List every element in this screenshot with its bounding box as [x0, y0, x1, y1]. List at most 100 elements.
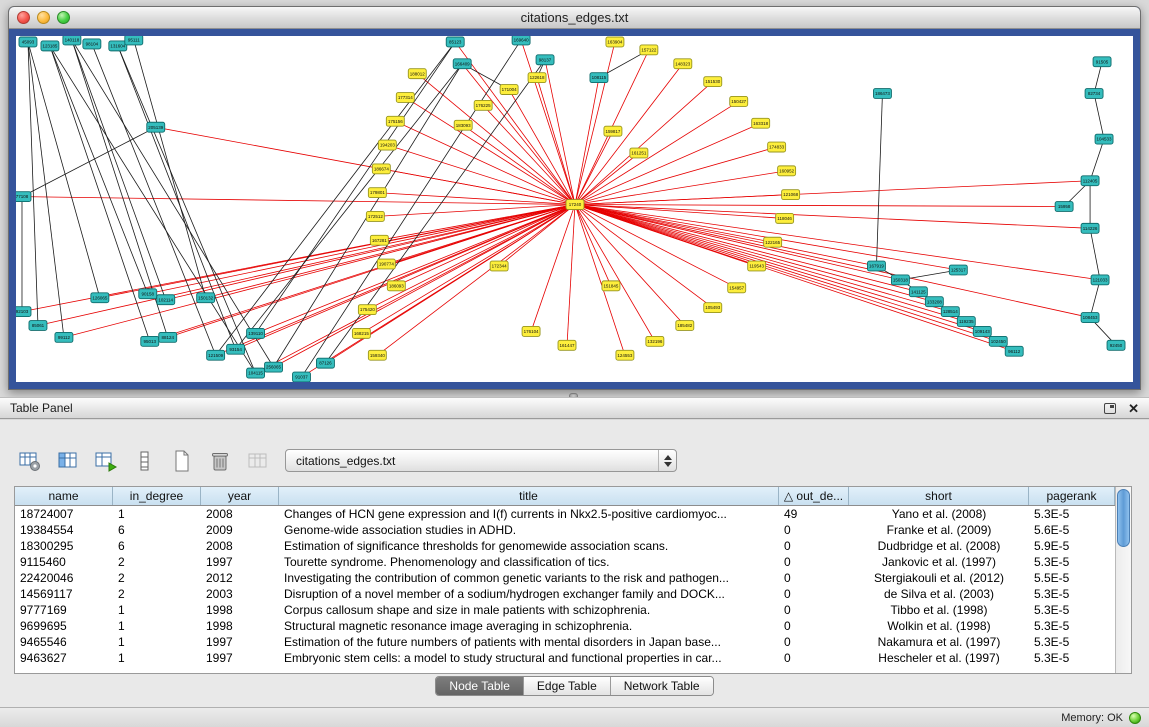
graph-node[interactable]: 108115	[590, 73, 608, 83]
graph-node[interactable]: 126065	[91, 293, 109, 303]
graph-node[interactable]: 109143	[973, 326, 991, 336]
table-row[interactable]: 911546021997Tourette syndrome. Phenomeno…	[15, 554, 1115, 570]
graph-node[interactable]: 96112	[1005, 346, 1023, 356]
column-header-title[interactable]: title	[279, 487, 779, 505]
table-selector-dropdown[interactable]: citations_edges.txt	[285, 449, 677, 472]
graph-node[interactable]: 183093	[454, 120, 472, 130]
delete-icon[interactable]	[206, 447, 234, 475]
graph-node[interactable]: 85061	[29, 321, 47, 331]
graph-node[interactable]: 108453	[1081, 313, 1099, 323]
tab-edge-table[interactable]: Edge Table	[524, 677, 611, 695]
graph-node[interactable]: 177314	[396, 93, 414, 103]
graph-node[interactable]: 105493	[704, 303, 722, 313]
table-row[interactable]: 946554611997Estimation of the future num…	[15, 634, 1115, 650]
graph-node[interactable]: 205139	[147, 122, 165, 132]
graph-node[interactable]: 118046	[776, 213, 794, 223]
graph-node[interactable]: 186674	[372, 164, 390, 174]
graph-node[interactable]: 139110	[247, 328, 265, 338]
graph-node[interactable]: 77108	[16, 192, 31, 202]
column-header-in_degree[interactable]: in_degree	[113, 487, 201, 505]
graph-node[interactable]: 92450	[1107, 340, 1125, 350]
graph-node[interactable]: 176225	[474, 100, 492, 110]
graph-node[interactable]: 122618	[528, 73, 546, 83]
column-header-name[interactable]: name	[15, 487, 113, 505]
table-row[interactable]: 1830029562008Estimation of significance …	[15, 538, 1115, 554]
column-header-out_de[interactable]: △ out_de...	[779, 487, 849, 505]
graph-node[interactable]: 102450	[989, 336, 1007, 346]
graph-node[interactable]: 92103	[16, 307, 31, 317]
graph-node[interactable]: 161251	[630, 148, 648, 158]
graph-node[interactable]: 95111	[125, 36, 143, 45]
graph-node[interactable]: 172512	[366, 211, 384, 221]
graph-node[interactable]: 186473	[873, 89, 891, 99]
graph-node[interactable]: 166409	[453, 59, 471, 69]
graph-node[interactable]: 140118	[63, 36, 81, 45]
graph-node[interactable]: 256065	[265, 362, 283, 372]
graph-node[interactable]: 93154	[227, 344, 245, 354]
window-titlebar[interactable]: citations_edges.txt	[9, 7, 1140, 29]
tab-node-table[interactable]: Node Table	[436, 677, 524, 695]
vertical-scrollbar-thumb[interactable]	[1117, 489, 1130, 547]
graph-node[interactable]: 186093	[387, 281, 405, 291]
table-row[interactable]: 946362711997Embryonic stem cells: a mode…	[15, 650, 1115, 666]
graph-node[interactable]: 175156	[386, 116, 404, 126]
graph-node[interactable]: 95013	[141, 336, 159, 346]
graph-node[interactable]: 119543	[748, 261, 766, 271]
create-column-icon[interactable]	[92, 447, 120, 475]
graph-node[interactable]: 175420	[358, 305, 376, 315]
graph-node[interactable]: 85123	[446, 37, 464, 47]
graph-node[interactable]: 124553	[616, 350, 634, 360]
graph-node[interactable]: 150318	[891, 275, 909, 285]
graph-node[interactable]: 123185	[41, 41, 59, 51]
column-header-year[interactable]: year	[201, 487, 279, 505]
table-row[interactable]: 969969511998Structural magnetic resonanc…	[15, 618, 1115, 634]
graph-node[interactable]: 185482	[676, 321, 694, 331]
table-mode-icon[interactable]	[16, 447, 44, 475]
close-panel-icon[interactable]: ✕	[1128, 402, 1139, 415]
graph-node[interactable]: 104115	[247, 368, 265, 378]
graph-node[interactable]: 174833	[768, 142, 786, 152]
graph-node[interactable]: 15958	[1055, 202, 1073, 212]
graph-node[interactable]: 133208	[925, 297, 943, 307]
graph-node[interactable]: 88124	[159, 332, 177, 342]
graph-node[interactable]: 159340	[368, 350, 386, 360]
graph-node[interactable]: 172344	[490, 261, 508, 271]
graph-node[interactable]: 190774	[377, 259, 395, 269]
graph-node[interactable]: 91037	[293, 372, 311, 382]
graph-node[interactable]: 102114	[157, 295, 175, 305]
table-row[interactable]: 977716911998Corpus callosum shape and si…	[15, 602, 1115, 618]
graph-node[interactable]: 167281	[370, 235, 388, 245]
graph-node[interactable]: 151845	[602, 281, 620, 291]
network-canvas[interactable]: 17240 188012 177314 175156 194203 186674 17980…	[16, 36, 1133, 382]
graph-node[interactable]: 171004	[500, 85, 518, 95]
graph-node[interactable]: 125317	[949, 265, 967, 275]
column-header-pagerank[interactable]: pagerank	[1029, 487, 1115, 505]
graph-node[interactable]: 176104	[522, 326, 540, 336]
graph-node[interactable]: 169640	[512, 36, 530, 45]
graph-node[interactable]: 167919	[867, 261, 885, 271]
table-row[interactable]: 1938455462009Genome-wide association stu…	[15, 522, 1115, 538]
graph-node[interactable]: 163318	[752, 118, 770, 128]
vertical-scrollbar[interactable]	[1115, 487, 1131, 673]
graph-node[interactable]: 188012	[408, 69, 426, 79]
graph-node[interactable]: 151530	[704, 77, 722, 87]
graph-node[interactable]: 90158	[139, 289, 157, 299]
graph-node[interactable]: 99112	[55, 332, 73, 342]
graph-node[interactable]: 98104	[83, 39, 101, 49]
graph-node[interactable]: 150132	[197, 293, 215, 303]
graph-node[interactable]: 163904	[606, 37, 624, 47]
graph-node[interactable]: 141125	[909, 287, 927, 297]
graph-node[interactable]: 179801	[368, 188, 386, 198]
graph-node[interactable]: 45093	[19, 37, 37, 47]
graph-node[interactable]: 121509	[207, 350, 225, 360]
graph-node[interactable]: 159817	[604, 126, 622, 136]
new-document-icon[interactable]	[168, 447, 196, 475]
float-panel-icon[interactable]	[1104, 403, 1116, 414]
graph-node[interactable]: 132196	[646, 336, 664, 346]
graph-node[interactable]: 17240	[566, 200, 584, 210]
graph-node[interactable]: 161447	[558, 340, 576, 350]
graph-node[interactable]: 91505	[1093, 57, 1111, 67]
show-columns-icon[interactable]	[54, 447, 82, 475]
graph-node[interactable]: 194203	[378, 140, 396, 150]
graph-node[interactable]: 119235	[957, 317, 975, 327]
